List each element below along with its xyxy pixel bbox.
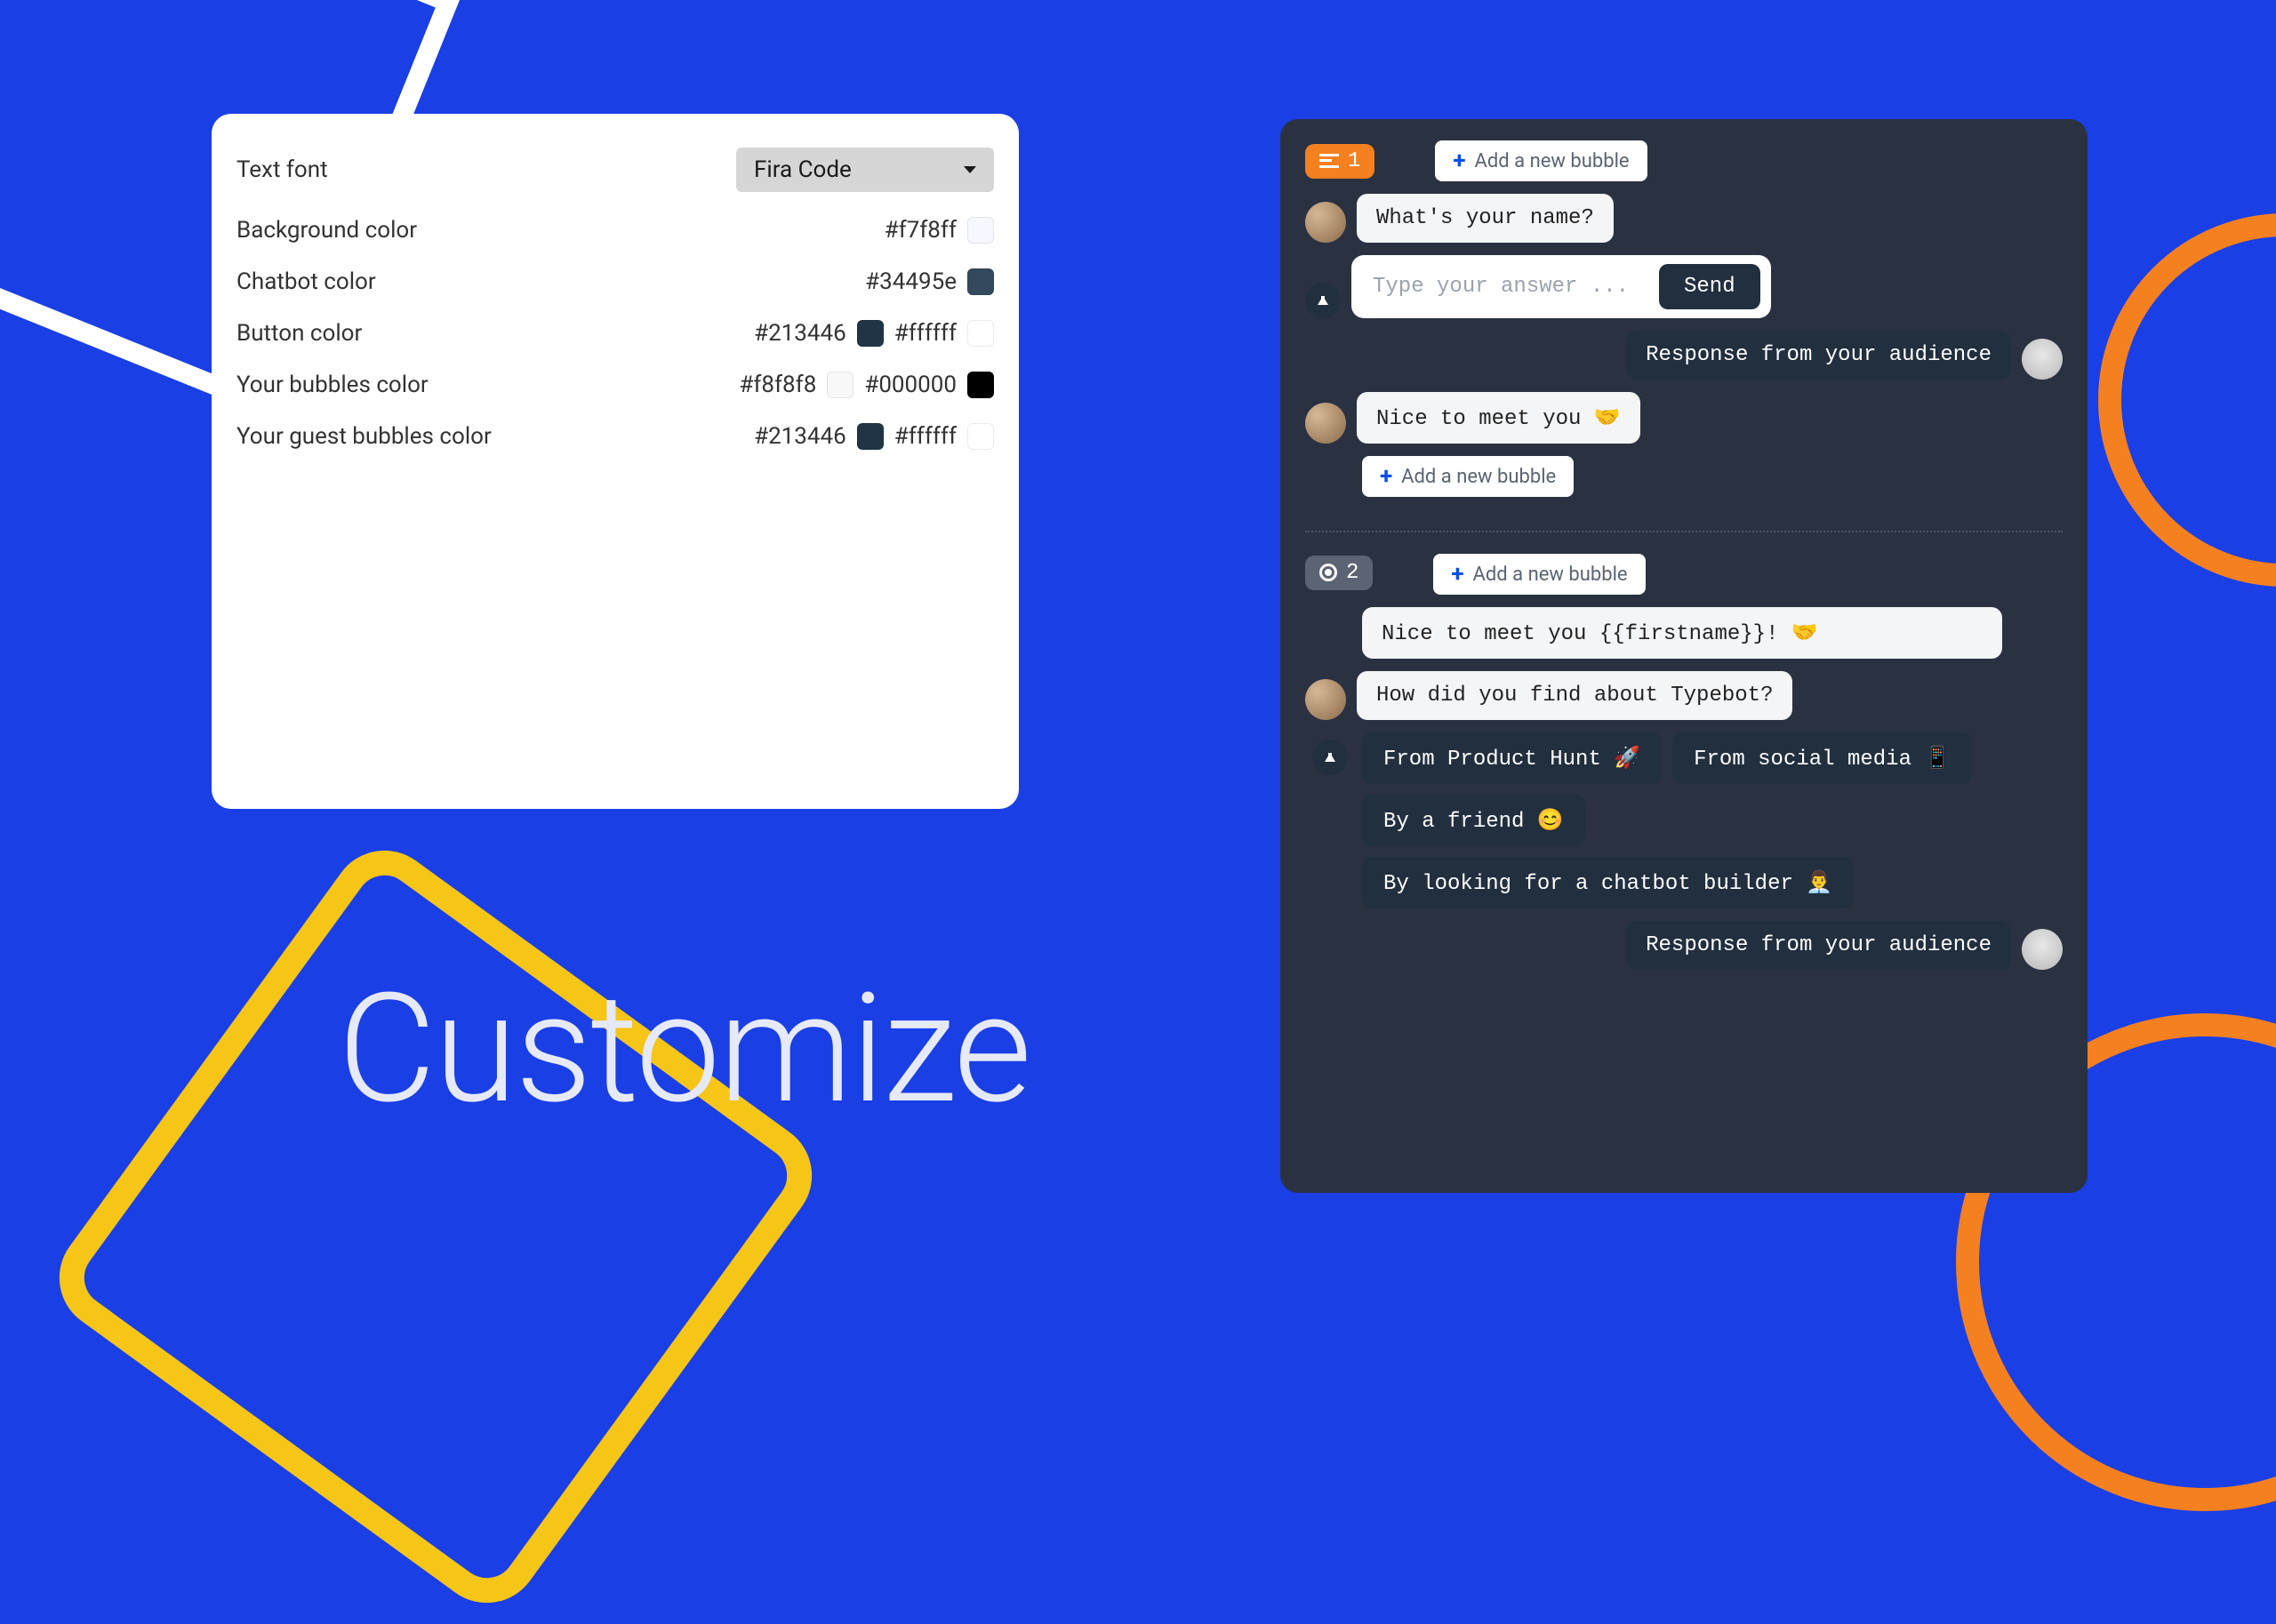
block-number-2: 2 — [1346, 561, 1358, 585]
collapse-arrow-button[interactable] — [1305, 283, 1341, 318]
chatbot-color-hex: #34495e — [865, 268, 957, 295]
guest-bubbles-hex2: #ffffff — [894, 423, 957, 450]
response-bubble: Response from your audience — [1626, 921, 2011, 970]
button-color-row: Button color #213446 #ffffff — [236, 308, 994, 359]
avatar — [1305, 202, 1346, 243]
guest-bubbles-hex1: #213446 — [754, 423, 846, 450]
block-badge-1[interactable]: 1 — [1305, 144, 1374, 179]
avatar — [1305, 679, 1346, 720]
avatar — [1305, 403, 1346, 444]
response-bubble: Response from your audience — [1626, 331, 2011, 380]
your-bubbles-swatch2[interactable] — [967, 372, 994, 398]
choice-option[interactable]: By looking for a chatbot builder 👨‍💼 — [1362, 857, 1854, 908]
button-color-hex2: #ffffff — [894, 320, 957, 347]
bot-bubble[interactable]: What's your name? — [1357, 194, 1614, 243]
button-color-label: Button color — [236, 320, 362, 347]
text-font-row: Text font Fira Code — [236, 135, 994, 204]
text-block-icon — [1319, 154, 1339, 168]
choice-option[interactable]: From Product Hunt 🚀 — [1362, 732, 1662, 784]
add-bubble-button[interactable]: + Add a new bubble — [1433, 554, 1645, 595]
font-select-value: Fira Code — [754, 156, 852, 183]
background-color-row: Background color #f7f8ff — [236, 204, 994, 256]
block-divider — [1305, 531, 2063, 532]
text-font-label: Text font — [236, 156, 328, 183]
chevron-down-icon — [964, 166, 976, 173]
decoration-yellow-diamond — [38, 829, 833, 1624]
chat-row-bot-2: Nice to meet you 🤝 — [1305, 392, 2063, 444]
avatar — [2022, 339, 2063, 380]
avatar — [2022, 929, 2063, 970]
button-color-swatch2[interactable] — [967, 320, 994, 347]
block-number-1: 1 — [1348, 149, 1360, 173]
bot-bubble[interactable]: Nice to meet you 🤝 — [1357, 392, 1640, 444]
chatbot-color-label: Chatbot color — [236, 268, 376, 295]
page-title: Customize — [338, 960, 1030, 1138]
your-bubbles-hex2: #000000 — [864, 372, 957, 398]
add-bubble-label: Add a new bubble — [1401, 466, 1556, 488]
guest-bubbles-color-label: Your guest bubbles color — [236, 423, 492, 450]
chat-row-response-1: Response from your audience — [1305, 331, 2063, 380]
choice-options: From Product Hunt 🚀 From social media 📱 … — [1305, 732, 2063, 908]
chat-preview-panel: 1 + Add a new bubble What's your name? T… — [1280, 119, 2088, 1193]
decoration-orange-ring — [2098, 213, 2276, 587]
chatbot-color-row: Chatbot color #34495e — [236, 256, 994, 308]
guest-bubbles-swatch1[interactable] — [857, 423, 884, 450]
add-bubble-label: Add a new bubble — [1475, 150, 1630, 172]
chatbot-color-swatch[interactable] — [967, 268, 994, 295]
choice-option[interactable]: From social media 📱 — [1672, 732, 1972, 784]
customize-panel: Text font Fira Code Background color #f7… — [212, 114, 1019, 809]
chat-row-input: Type your answer ... Send — [1305, 255, 2063, 318]
send-button[interactable]: Send — [1659, 264, 1760, 309]
add-bubble-button[interactable]: + Add a new bubble — [1362, 456, 1574, 497]
chat-row-bot-1: What's your name? — [1305, 194, 2063, 243]
chat-row-bot-3: How did you find about Typebot? — [1305, 671, 2063, 720]
block-badge-2[interactable]: 2 — [1305, 556, 1373, 590]
plus-icon: + — [1453, 149, 1465, 172]
your-bubbles-color-label: Your bubbles color — [236, 372, 429, 398]
background-color-hex: #f7f8ff — [885, 217, 957, 244]
your-bubbles-hex1: #f8f8f8 — [739, 372, 816, 398]
guest-bubbles-swatch2[interactable] — [967, 423, 994, 450]
input-placeholder: Type your answer ... — [1373, 275, 1648, 299]
add-bubble-label: Add a new bubble — [1473, 564, 1628, 586]
guest-bubbles-color-row: Your guest bubbles color #213446 #ffffff — [236, 411, 994, 462]
your-bubbles-color-row: Your bubbles color #f8f8f8 #000000 — [236, 359, 994, 411]
chat-row-response-2: Response from your audience — [1305, 921, 2063, 970]
bot-bubble[interactable]: Nice to meet you {{firstname}}! 🤝 — [1362, 607, 2002, 659]
background-color-label: Background color — [236, 217, 417, 244]
font-select[interactable]: Fira Code — [736, 148, 994, 192]
choice-option[interactable]: By a friend 😊 — [1362, 795, 1585, 846]
choice-block-icon — [1319, 564, 1337, 581]
add-bubble-button[interactable]: + Add a new bubble — [1435, 140, 1647, 181]
collapse-arrow-button[interactable] — [1312, 740, 1348, 775]
plus-icon: + — [1451, 563, 1463, 586]
bot-bubble[interactable]: How did you find about Typebot? — [1357, 671, 1792, 720]
background-color-swatch[interactable] — [967, 217, 994, 244]
arrow-up-icon — [1318, 296, 1328, 305]
arrow-up-icon — [1325, 753, 1335, 762]
button-color-swatch1[interactable] — [857, 320, 884, 347]
text-input-bubble[interactable]: Type your answer ... Send — [1351, 255, 1771, 318]
your-bubbles-swatch1[interactable] — [827, 372, 854, 398]
button-color-hex1: #213446 — [754, 320, 846, 347]
plus-icon: + — [1380, 465, 1392, 488]
